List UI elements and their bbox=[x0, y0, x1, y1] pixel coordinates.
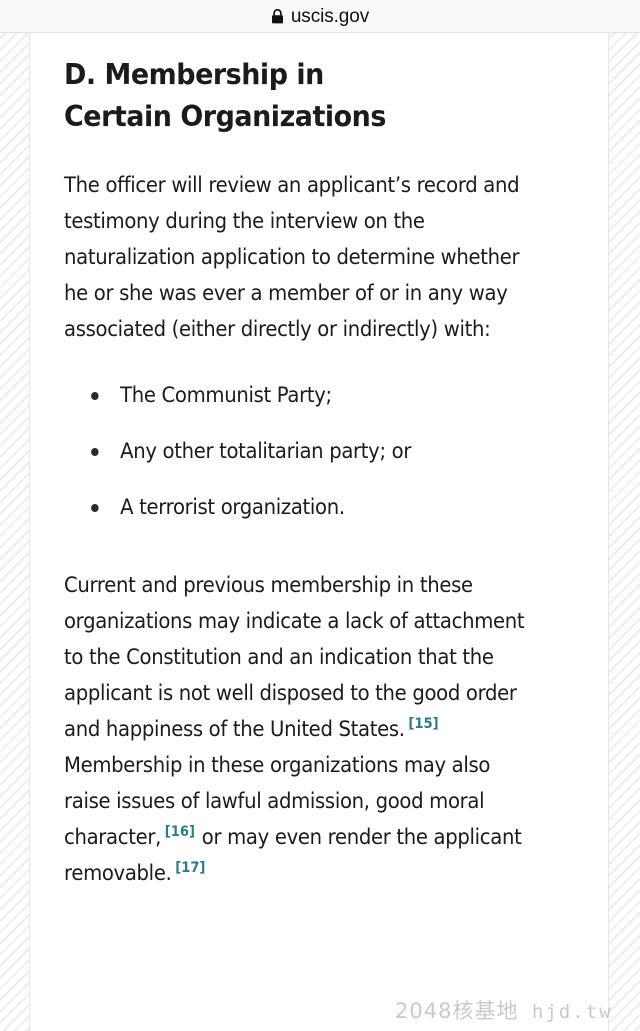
lock-icon bbox=[271, 8, 283, 23]
bullet-icon bbox=[91, 448, 99, 456]
right-margin-hatch bbox=[608, 33, 640, 1031]
footnote-ref-17[interactable]: [17] bbox=[171, 860, 206, 876]
footnote-ref-15[interactable]: [15] bbox=[405, 716, 440, 732]
page-title: D. Membership in Certain Organizations bbox=[64, 58, 386, 133]
closing-paragraph: Current and previous membership in these… bbox=[64, 525, 541, 891]
organizations-list: The Communist Party; Any other totalitar… bbox=[64, 347, 550, 525]
bullet-icon bbox=[91, 392, 99, 400]
list-item-label: The Communist Party; bbox=[120, 383, 332, 407]
intro-paragraph: The officer will review an applicant’s r… bbox=[64, 173, 520, 341]
list-item: Any other totalitarian party; or bbox=[91, 433, 550, 469]
article-content: D. Membership in Certain Organizations T… bbox=[30, 33, 608, 1031]
list-item-label: A terrorist organization. bbox=[120, 495, 345, 519]
list-item: A terrorist organization. bbox=[91, 489, 550, 525]
left-margin-hatch bbox=[0, 33, 30, 1031]
page-surface: D. Membership in Certain Organizations T… bbox=[0, 33, 640, 1031]
browser-url-bar[interactable]: uscis.gov bbox=[0, 0, 640, 33]
list-item-label: Any other totalitarian party; or bbox=[120, 439, 412, 463]
bullet-icon bbox=[91, 504, 99, 512]
site-domain-label: uscis.gov bbox=[290, 5, 370, 27]
list-item: The Communist Party; bbox=[91, 377, 550, 413]
closing-paragraph-part-1: Current and previous membership in these… bbox=[64, 573, 525, 741]
footnote-ref-16[interactable]: [16] bbox=[161, 824, 196, 840]
